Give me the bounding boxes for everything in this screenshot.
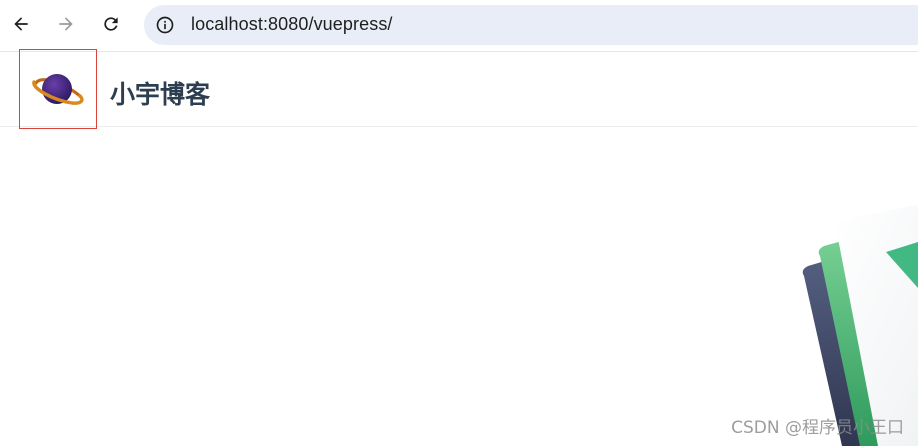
arrow-left-icon xyxy=(14,17,28,31)
vue-logo-stack-image xyxy=(802,204,918,446)
planet-logo-icon xyxy=(32,74,84,105)
hero-image xyxy=(790,200,918,446)
arrow-right-icon xyxy=(59,17,73,31)
site-navbar: 小宇博客 xyxy=(0,49,918,129)
site-logo-link[interactable] xyxy=(19,49,97,129)
info-icon xyxy=(156,16,174,34)
forward-button[interactable] xyxy=(51,9,81,39)
back-button[interactable] xyxy=(6,9,36,39)
reload-icon xyxy=(104,17,118,31)
reload-button[interactable] xyxy=(96,9,126,39)
watermark: CSDN @程序员小王口 xyxy=(731,418,904,438)
site-info-button[interactable] xyxy=(150,10,180,40)
address-bar[interactable]: localhost:8080/vuepress/ xyxy=(144,5,918,45)
browser-toolbar: localhost:8080/vuepress/ xyxy=(0,0,918,52)
url-text[interactable]: localhost:8080/vuepress/ xyxy=(191,14,393,35)
site-title[interactable]: 小宇博客 xyxy=(110,75,210,111)
